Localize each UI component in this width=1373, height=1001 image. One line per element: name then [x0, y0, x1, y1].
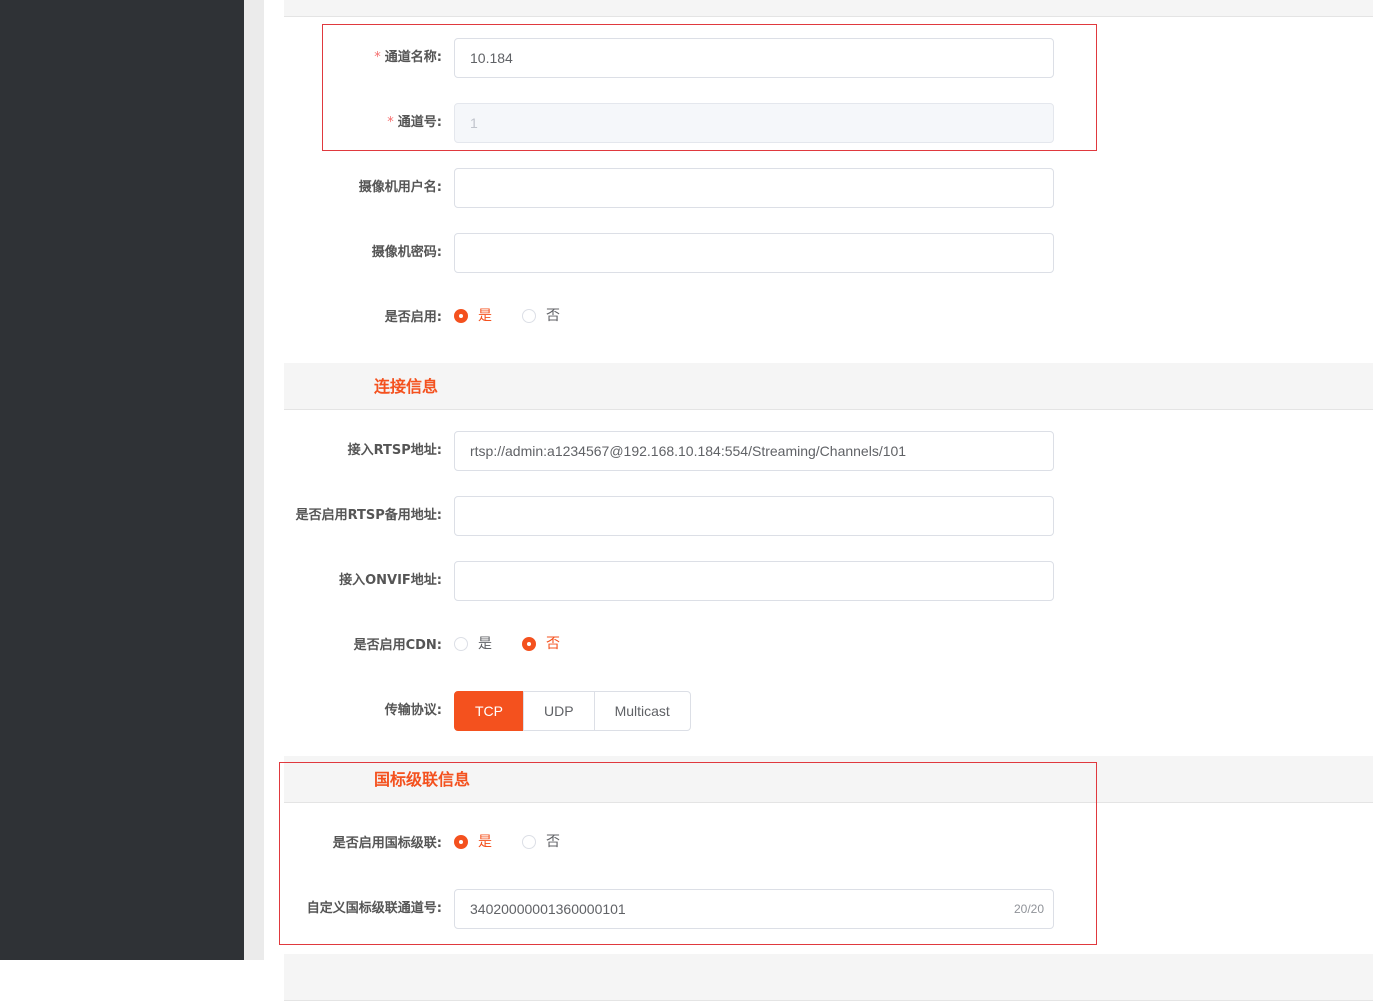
channel-no-label: * 通道号:	[387, 103, 442, 143]
section-title: 国标级联信息	[374, 770, 471, 789]
radio-checked-icon	[454, 835, 468, 849]
radio-label: 是	[478, 636, 492, 652]
channel-no-input: 1	[454, 103, 1054, 143]
rtsp-label: 接入RTSP地址:	[347, 443, 442, 458]
radio-label: 是	[478, 308, 492, 324]
rtsp-backup-input[interactable]	[454, 496, 1054, 536]
channel-name-label-text: 通道名称:	[384, 50, 442, 65]
enable-label: 是否启用:	[384, 310, 442, 325]
enable-radio-yes[interactable]: 是	[454, 296, 492, 336]
section-header-connection: 连接信息	[284, 363, 1373, 410]
cdn-radio-no[interactable]: 否	[522, 624, 560, 664]
rtsp-input[interactable]: rtsp://admin:a1234567@192.168.10.184:554…	[454, 431, 1054, 471]
section-header-gb-cascade: 国标级联信息	[284, 756, 1373, 803]
protocol-button-group: TCP UDP Multicast	[454, 691, 691, 731]
section-header-next	[284, 954, 1373, 1001]
radio-checked-icon	[454, 309, 468, 323]
radio-label: 否	[546, 636, 560, 652]
cdn-radio-yes[interactable]: 是	[454, 624, 492, 664]
channel-no-label-text: 通道号:	[397, 115, 442, 130]
sidebar	[0, 0, 244, 960]
gb-enable-radio-yes[interactable]: 是	[454, 822, 492, 862]
radio-checked-icon	[522, 637, 536, 651]
gb-channel-id-input[interactable]: 34020000001360000101 20/20	[454, 889, 1054, 929]
radio-label: 是	[478, 834, 492, 850]
protocol-udp-button[interactable]: UDP	[523, 691, 595, 731]
gb-enable-radio-no[interactable]: 否	[522, 822, 560, 862]
enable-radio-no[interactable]: 否	[522, 296, 560, 336]
cdn-label: 是否启用CDN:	[353, 638, 442, 653]
onvif-label: 接入ONVIF地址:	[339, 573, 442, 588]
radio-unchecked-icon	[522, 835, 536, 849]
radio-unchecked-icon	[522, 309, 536, 323]
channel-name-label: * 通道名称:	[374, 38, 442, 78]
camera-password-label: 摄像机密码:	[371, 245, 442, 260]
protocol-tcp-button[interactable]: TCP	[454, 691, 524, 731]
gb-channel-id-value: 34020000001360000101	[470, 901, 626, 917]
sidebar-gutter	[244, 0, 264, 960]
camera-password-input[interactable]	[454, 233, 1054, 273]
protocol-multicast-button[interactable]: Multicast	[593, 691, 691, 731]
gb-channel-id-label: 自定义国标级联通道号:	[306, 901, 442, 916]
camera-username-input[interactable]	[454, 168, 1054, 208]
camera-username-label: 摄像机用户名:	[358, 180, 442, 195]
rtsp-backup-label: 是否启用RTSP备用地址:	[295, 508, 442, 523]
onvif-input[interactable]	[454, 561, 1054, 601]
section-title: 连接信息	[374, 377, 439, 396]
required-mark: *	[387, 115, 394, 130]
radio-label: 否	[546, 834, 560, 850]
form-main: * 通道名称: 10.184 * 通道号: 1 摄像机用户名: 摄像机密码: 是否启…	[264, 0, 1373, 1001]
protocol-label: 传输协议:	[384, 703, 442, 718]
gb-enable-label: 是否启用国标级联:	[332, 836, 442, 851]
radio-label: 否	[546, 308, 560, 324]
channel-name-input[interactable]: 10.184	[454, 38, 1054, 78]
section-header-basic	[284, 0, 1373, 17]
char-count: 20/20	[1013, 902, 1044, 916]
radio-unchecked-icon	[454, 637, 468, 651]
required-mark: *	[374, 50, 381, 65]
